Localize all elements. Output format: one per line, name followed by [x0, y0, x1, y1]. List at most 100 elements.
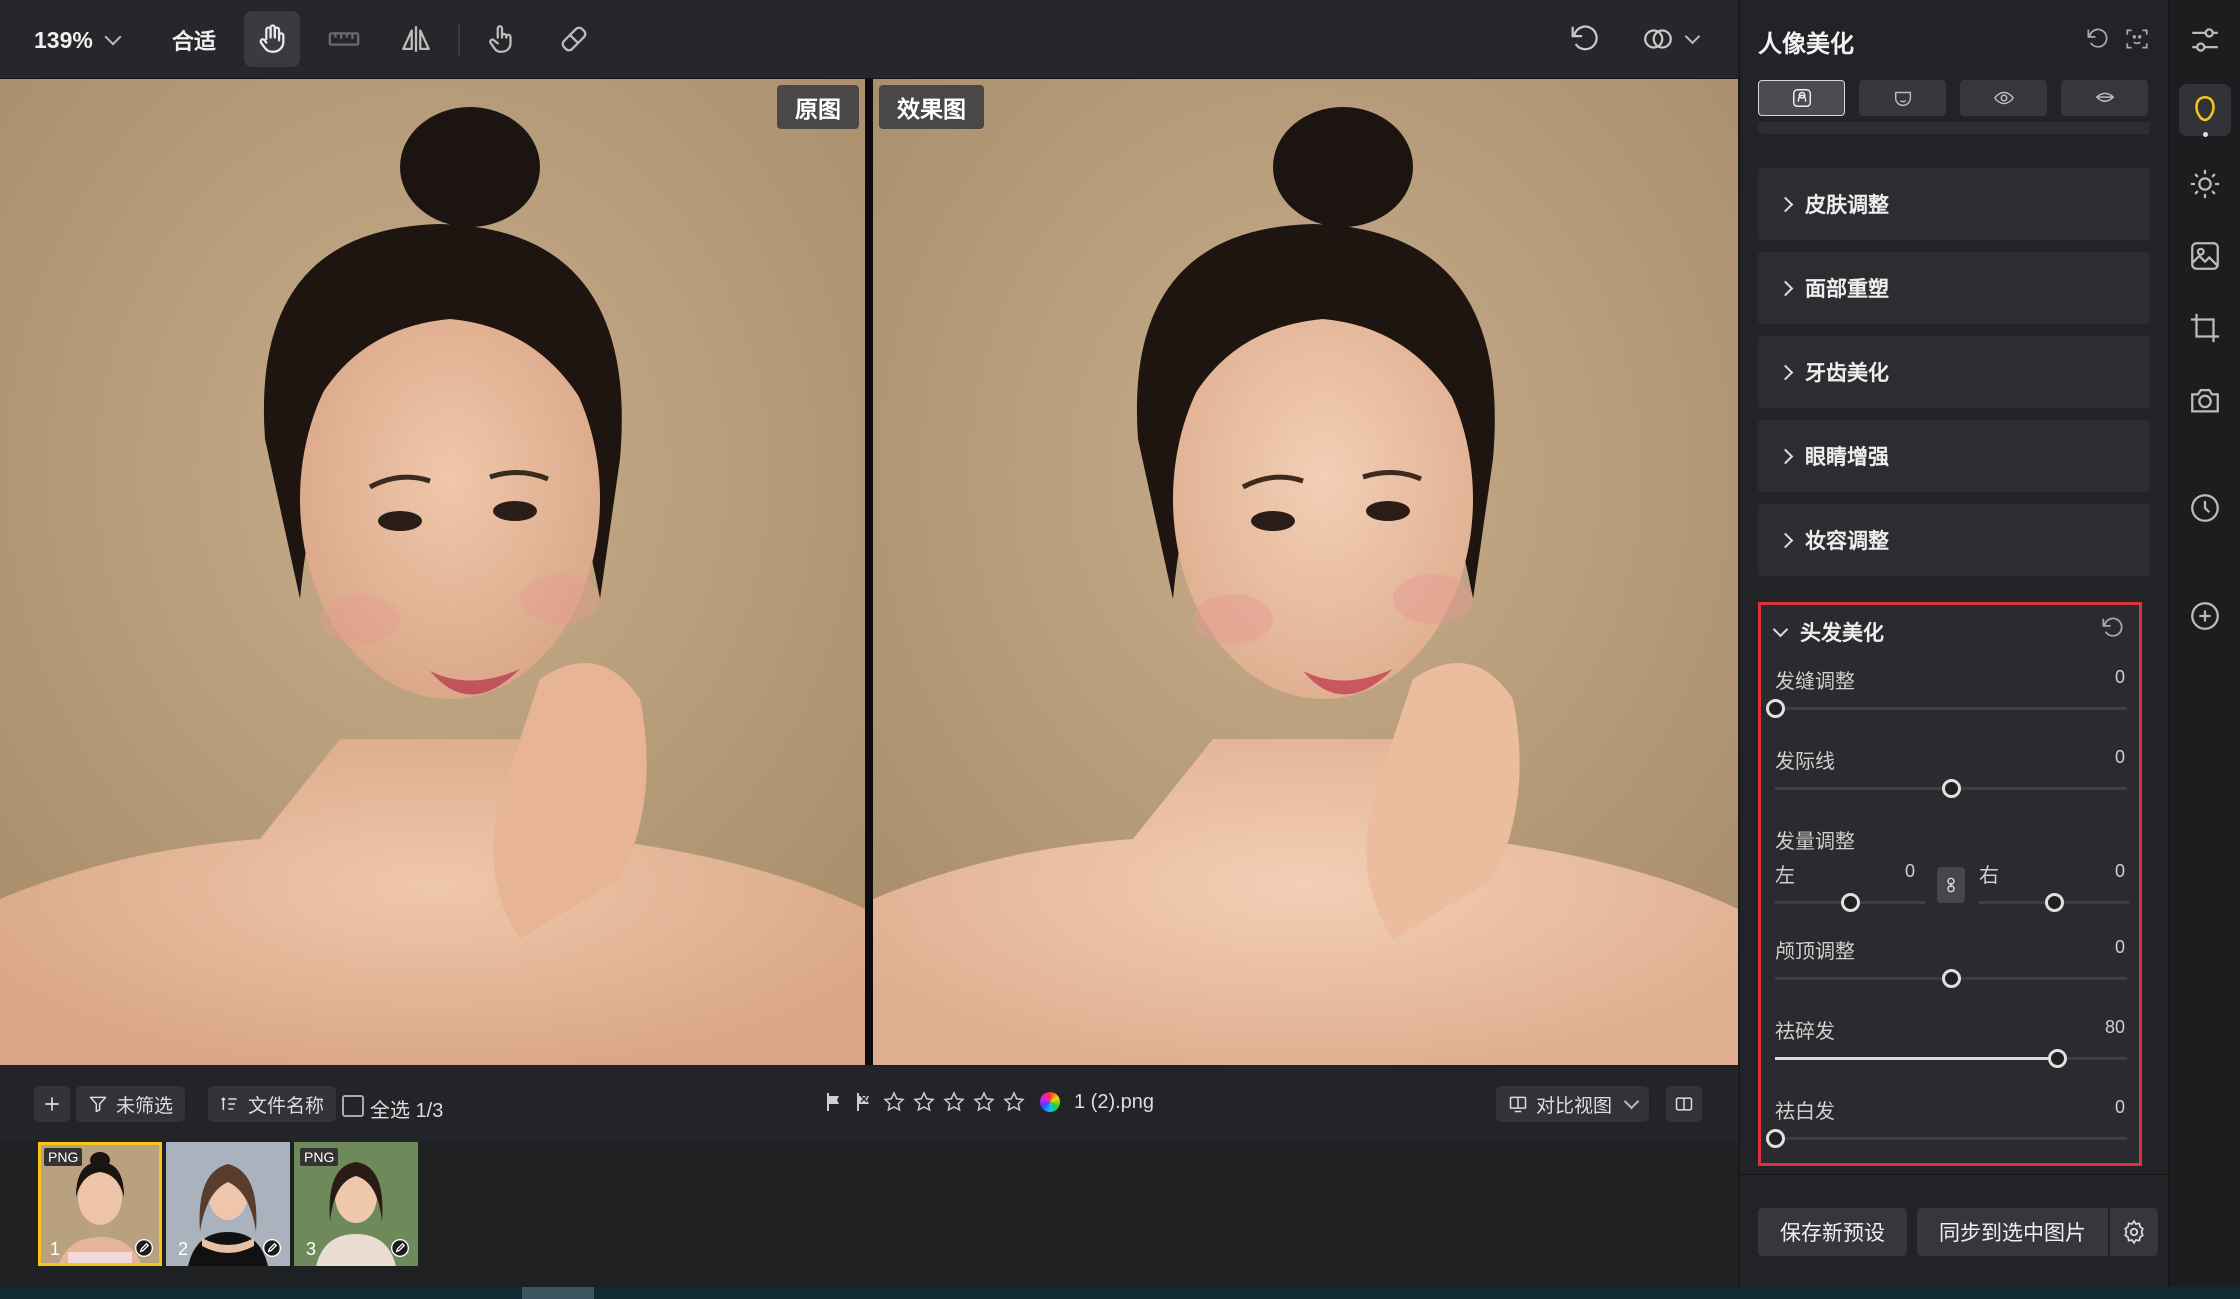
- flag-icon[interactable]: [822, 1090, 846, 1114]
- result-pane[interactable]: 效果图: [873, 79, 1738, 1065]
- chevron-down-icon: [1684, 28, 1700, 44]
- star-icon[interactable]: [912, 1090, 936, 1114]
- hand-tool-button[interactable]: [244, 11, 300, 67]
- original-pane[interactable]: 原图: [0, 79, 865, 1065]
- select-all-label: 全选 1/3: [370, 1100, 444, 1122]
- mouth-icon: [2095, 92, 2114, 102]
- split-view-button[interactable]: [1666, 1086, 1702, 1122]
- slider-label: 发缝调整: [1775, 671, 1855, 693]
- section-makeup[interactable]: 妆容调整: [1758, 504, 2150, 576]
- compare-view-icon: [1509, 1096, 1527, 1113]
- undo-button[interactable]: [1556, 11, 1612, 67]
- save-preset-button[interactable]: 保存新预设: [1758, 1208, 1907, 1256]
- filter-button[interactable]: 未筛选: [76, 1086, 186, 1122]
- slider-value: 0: [2114, 667, 2125, 687]
- ruler-tool-button[interactable]: [316, 11, 372, 67]
- view-mode-dropdown[interactable]: 对比视图: [1496, 1086, 1650, 1122]
- star-icon[interactable]: [972, 1090, 996, 1114]
- rail-portrait[interactable]: [2179, 84, 2231, 136]
- reset-icon[interactable]: [2099, 615, 2125, 641]
- left-value: 0: [1905, 861, 1916, 881]
- rail-add[interactable]: [2179, 590, 2231, 642]
- chevron-down-icon: [1772, 621, 1789, 637]
- filter-icon: [89, 1096, 107, 1113]
- sync-selected-button[interactable]: 同步到选中图片: [1917, 1208, 2108, 1256]
- add-image-button[interactable]: [34, 1086, 70, 1122]
- thumbnail-2[interactable]: 2: [166, 1142, 290, 1266]
- sort-label: 文件名称: [248, 1095, 325, 1117]
- slider-handle[interactable]: [1841, 893, 1860, 912]
- slider-label: 祛碎发: [1775, 1021, 1835, 1043]
- tab-face[interactable]: [1859, 80, 1946, 116]
- fit-button[interactable]: 合适: [172, 22, 216, 58]
- section-skin[interactable]: 皮肤调整: [1758, 168, 2150, 240]
- hair-part-slider[interactable]: [1766, 699, 2127, 718]
- rail-camera[interactable]: [2179, 374, 2231, 426]
- touch-tool-button[interactable]: [474, 11, 530, 67]
- left-label: 左: [1775, 865, 1795, 887]
- section-face-reshape[interactable]: 面部重塑: [1758, 252, 2150, 324]
- tab-portrait[interactable]: [1758, 80, 1845, 116]
- reject-flag-icon[interactable]: [852, 1090, 876, 1114]
- hair-volume-left-slider[interactable]: [1775, 893, 1925, 912]
- section-eyes[interactable]: 眼睛增强: [1758, 420, 2150, 492]
- original-label: 原图: [777, 85, 859, 129]
- rail-adjust[interactable]: [2179, 14, 2231, 66]
- star-icon[interactable]: [1002, 1090, 1026, 1114]
- slider-handle[interactable]: [1766, 699, 1785, 718]
- thumbnail-3[interactable]: PNG 3: [294, 1142, 418, 1266]
- slider-value: 0: [2114, 1097, 2125, 1117]
- undo-icon: [1571, 25, 1598, 51]
- overlay-dropdown[interactable]: [1624, 11, 1714, 67]
- star-icon[interactable]: [942, 1090, 966, 1114]
- hair-section-header[interactable]: 头发美化: [1772, 617, 1884, 647]
- sun-icon: [2190, 169, 2220, 199]
- rail-light[interactable]: [2179, 158, 2231, 210]
- sort-button[interactable]: 文件名称: [208, 1086, 337, 1122]
- slider-handle[interactable]: [1942, 969, 1961, 988]
- tool-rail: [2168, 0, 2240, 1287]
- zoom-dropdown[interactable]: 139%: [34, 22, 122, 58]
- link-toggle[interactable]: [1937, 867, 1965, 903]
- flyaway-removal-slider[interactable]: [1775, 1049, 2127, 1068]
- select-all-checkbox[interactable]: [342, 1095, 364, 1117]
- split-divider[interactable]: [865, 79, 873, 1065]
- slider-handle[interactable]: [1766, 1129, 1785, 1148]
- edited-icon: [135, 1239, 153, 1257]
- collapsed-section-edge: [1758, 122, 2150, 134]
- section-teeth[interactable]: 牙齿美化: [1758, 336, 2150, 408]
- filter-label: 未筛选: [116, 1095, 174, 1117]
- thumbnail-number: 1: [50, 1239, 61, 1259]
- slider-fill: [1775, 1057, 2057, 1060]
- thumbnail-1[interactable]: PNG 1: [38, 1142, 162, 1266]
- chevron-right-icon: [1777, 448, 1794, 464]
- hairline-slider[interactable]: [1775, 779, 2127, 798]
- eraser-tool-button[interactable]: [546, 11, 602, 67]
- slider-handle[interactable]: [2045, 893, 2064, 912]
- file-name: 1 (2).png: [1074, 1090, 1155, 1113]
- star-icon[interactable]: [882, 1090, 906, 1114]
- rail-crop[interactable]: [2179, 302, 2231, 354]
- rail-history[interactable]: [2179, 482, 2231, 534]
- tab-eye[interactable]: [1960, 80, 2047, 116]
- slider-handle[interactable]: [2047, 1049, 2067, 1068]
- slider-label: 颅顶调整: [1775, 941, 1855, 963]
- face-detect-icon[interactable]: [2124, 26, 2150, 52]
- tab-mouth[interactable]: [2061, 80, 2148, 116]
- thumbnail-number: 2: [178, 1239, 189, 1259]
- flip-icon: [402, 26, 430, 52]
- color-label-icon[interactable]: [1040, 1092, 1060, 1112]
- slider-label: 发量调整: [1775, 831, 1855, 853]
- slider-handle[interactable]: [1942, 779, 1961, 798]
- reset-icon[interactable]: [2084, 26, 2110, 52]
- section-label: 眼睛增强: [1805, 446, 1889, 469]
- sync-settings-button[interactable]: [2109, 1208, 2158, 1256]
- horizontal-scrollbar[interactable]: [522, 1287, 594, 1299]
- chevron-down-icon: [104, 28, 122, 46]
- hair-volume-right-slider[interactable]: [1979, 893, 2129, 912]
- gray-hair-removal-slider[interactable]: [1766, 1129, 2127, 1148]
- crown-slider[interactable]: [1775, 969, 2127, 988]
- rail-background[interactable]: [2179, 230, 2231, 282]
- flip-tool-button[interactable]: [388, 11, 444, 67]
- chevron-right-icon: [1777, 196, 1794, 212]
